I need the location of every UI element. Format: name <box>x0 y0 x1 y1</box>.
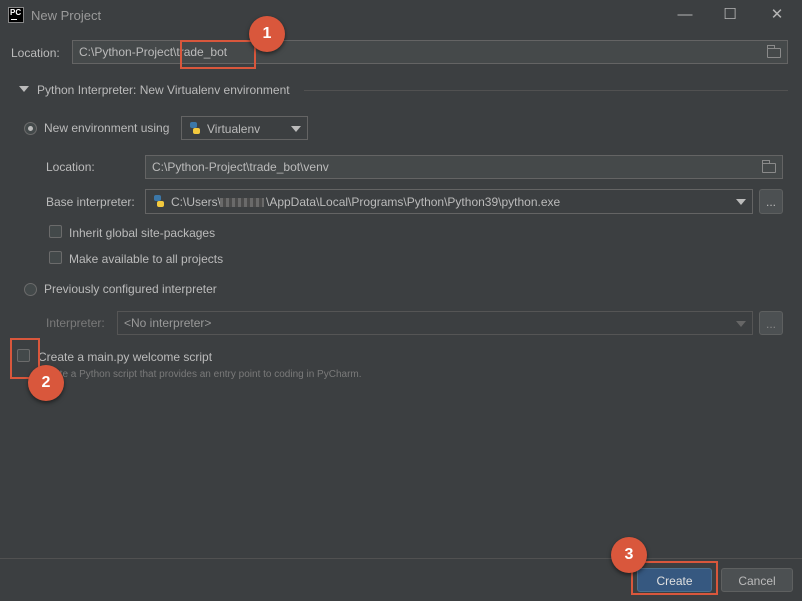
redacted-username <box>220 198 264 207</box>
base-interpreter-suffix: \AppData\Local\Programs\Python\Python39\… <box>266 195 561 209</box>
dropdown-arrow-icon <box>736 321 746 327</box>
python-icon <box>190 122 200 134</box>
venv-location-input[interactable]: C:\Python-Project\trade_bot\venv <box>145 155 783 179</box>
title-bar: PC New Project — ☐ ✕ <box>0 0 802 30</box>
env-tool-dropdown[interactable]: Virtualenv <box>181 116 308 140</box>
project-location-label: Location: <box>11 46 60 60</box>
collapse-triangle-icon[interactable] <box>19 86 29 92</box>
dropdown-arrow-icon <box>291 126 301 132</box>
inherit-packages-label: Inherit global site-packages <box>69 226 216 240</box>
interpreter-section-header[interactable]: Python Interpreter: New Virtualenv envir… <box>37 83 290 97</box>
previous-interpreter-label: Previously configured interpreter <box>44 282 217 296</box>
folder-icon[interactable] <box>767 45 781 58</box>
make-available-checkbox[interactable] <box>49 251 62 264</box>
venv-location-label: Location: <box>46 160 95 174</box>
previous-interpreter-radio[interactable] <box>24 283 37 296</box>
interpreter-browse-button[interactable]: ... <box>759 311 783 335</box>
dropdown-arrow-icon <box>736 199 746 205</box>
interpreter-label: Interpreter: <box>46 316 105 330</box>
annotation-highlight-3 <box>631 561 718 595</box>
base-interpreter-dropdown[interactable]: C:\Users\ \AppData\Local\Programs\Python… <box>145 189 753 214</box>
footer-divider <box>0 558 802 559</box>
python-icon <box>154 195 164 207</box>
close-button[interactable]: ✕ <box>762 4 792 26</box>
env-tool-value: Virtualenv <box>207 122 261 136</box>
base-interpreter-prefix: C:\Users\ <box>171 195 222 209</box>
folder-icon[interactable] <box>762 160 776 173</box>
base-interpreter-label: Base interpreter: <box>46 195 135 209</box>
new-environment-label: New environment using <box>44 121 170 135</box>
interpreter-value: <No interpreter> <box>124 316 212 330</box>
section-divider <box>304 90 788 91</box>
maximize-button[interactable]: ☐ <box>715 4 745 26</box>
inherit-packages-checkbox[interactable] <box>49 225 62 238</box>
annotation-callout-2: 2 <box>28 365 64 401</box>
welcome-script-description: Create a Python script that provides an … <box>38 369 362 380</box>
minimize-button[interactable]: — <box>670 4 700 26</box>
interpreter-dropdown[interactable]: <No interpreter> <box>117 311 753 335</box>
new-environment-radio[interactable] <box>24 122 37 135</box>
cancel-button[interactable]: Cancel <box>721 568 793 592</box>
venv-location-value: C:\Python-Project\trade_bot\venv <box>152 160 329 174</box>
pycharm-logo-icon: PC <box>8 7 24 23</box>
annotation-callout-3: 3 <box>611 537 647 573</box>
make-available-label: Make available to all projects <box>69 252 224 266</box>
welcome-script-label: Create a main.py welcome script <box>38 350 213 364</box>
annotation-highlight-1 <box>180 40 256 69</box>
window-title: New Project <box>31 8 102 23</box>
annotation-callout-1: 1 <box>249 16 285 52</box>
base-interpreter-browse-button[interactable]: ... <box>759 189 783 214</box>
